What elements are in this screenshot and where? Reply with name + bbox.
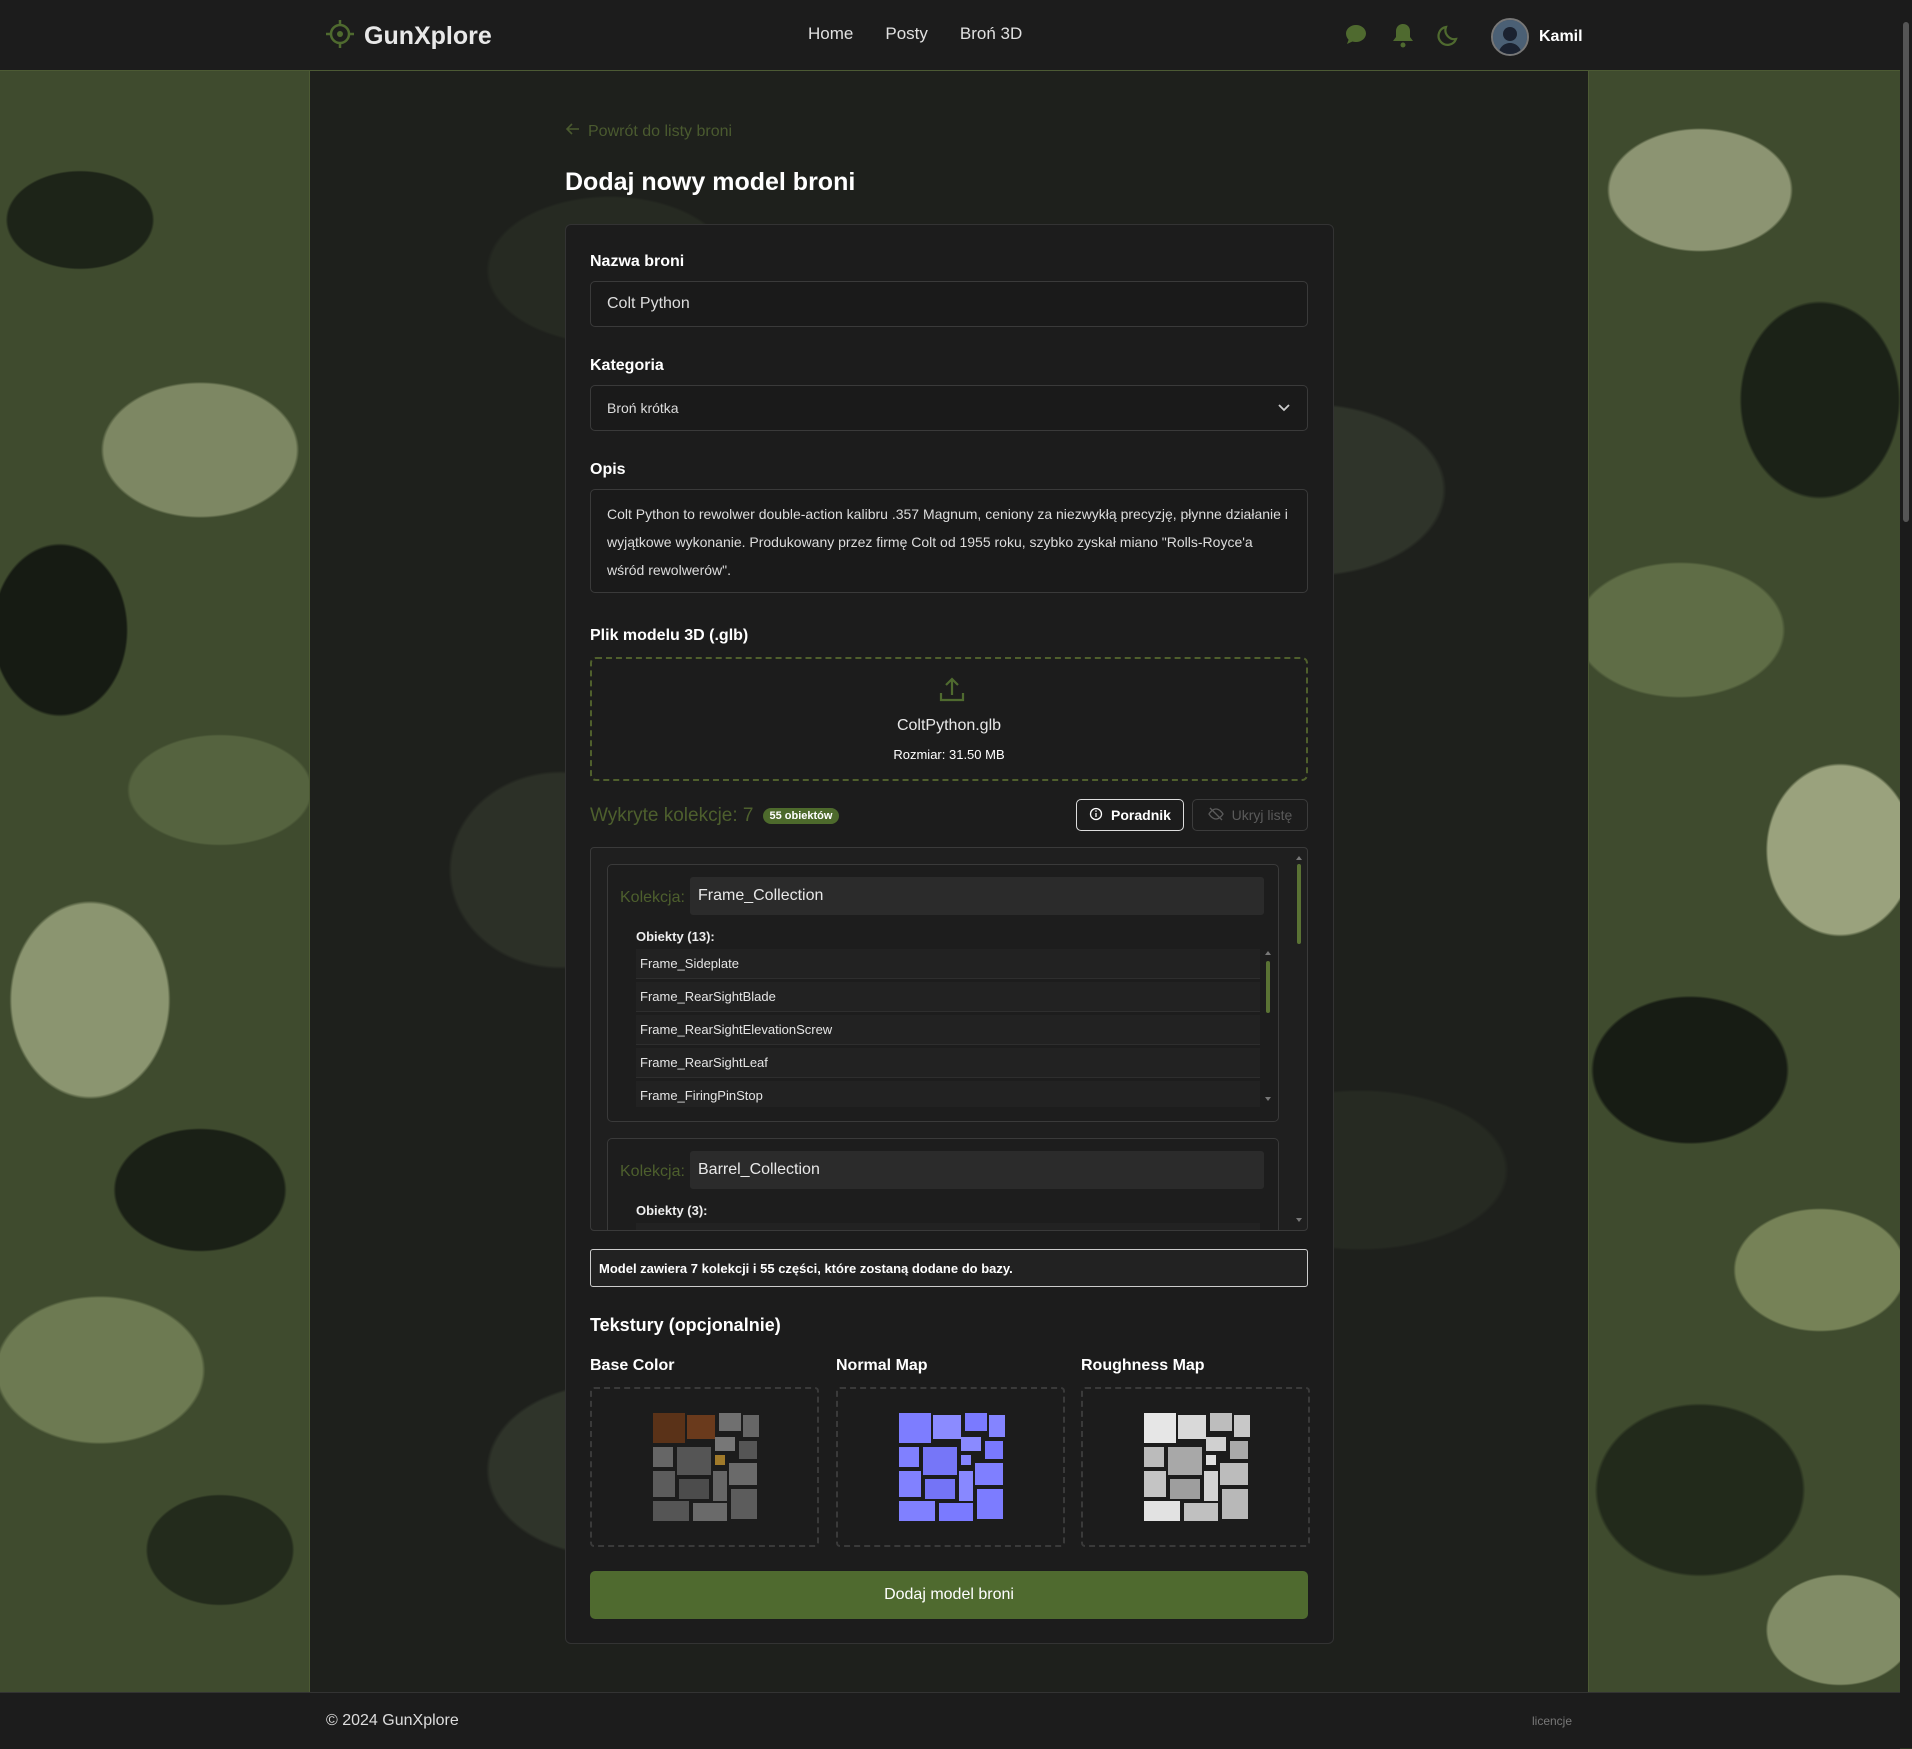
crosshair-icon bbox=[326, 20, 354, 53]
list-item: Frame_FiringPinStop bbox=[636, 1081, 1260, 1107]
normal-map-dropzone[interactable] bbox=[836, 1387, 1065, 1547]
collection-name-input[interactable]: Frame_Collection bbox=[690, 877, 1264, 915]
user-menu[interactable]: Kamil bbox=[1491, 18, 1583, 56]
list-item: Frame_Sideplate bbox=[636, 949, 1260, 979]
arrow-left-icon bbox=[565, 122, 580, 141]
category-select[interactable]: Broń krótka bbox=[590, 385, 1308, 431]
moon-icon[interactable] bbox=[1437, 22, 1463, 53]
header-actions: Kamil bbox=[1343, 18, 1583, 56]
objects-scrollbar[interactable] bbox=[1264, 949, 1272, 1103]
normal-map-label: Normal Map bbox=[836, 1357, 928, 1374]
objects-header: Obiekty (13): bbox=[636, 929, 715, 944]
model-file-size: Rozmiar: 31.50 MB bbox=[893, 747, 1005, 762]
objects-header: Obiekty (3): bbox=[636, 1203, 708, 1218]
base-color-preview bbox=[653, 1413, 759, 1521]
collections-scrollbar[interactable] bbox=[1295, 854, 1303, 1224]
detected-collections: Wykryte kolekcje: 7 55 obiektów bbox=[590, 805, 840, 827]
objects-badge: 55 obiektów bbox=[762, 808, 840, 824]
base-color-dropzone[interactable] bbox=[590, 1387, 819, 1547]
list-item: Frame_RearSightLeaf bbox=[636, 1048, 1260, 1078]
list-item: Frame_RearSightElevationScrew bbox=[636, 1015, 1260, 1045]
normal-map-preview bbox=[899, 1413, 1005, 1521]
collections-summary: Model zawiera 7 kolekcji i 55 części, kt… bbox=[590, 1249, 1308, 1287]
top-navbar: GunXplore Home Posty Broń 3D Kamil bbox=[0, 0, 1900, 71]
nav-home[interactable]: Home bbox=[808, 24, 853, 44]
eye-off-icon bbox=[1207, 807, 1224, 824]
roughness-map-label: Roughness Map bbox=[1081, 1357, 1205, 1374]
footer: © 2024 GunXplore licencje bbox=[0, 1692, 1900, 1749]
category-value: Broń krótka bbox=[607, 400, 679, 416]
hide-list-button[interactable]: Ukryj listę bbox=[1192, 799, 1308, 831]
guide-button[interactable]: Poradnik bbox=[1076, 799, 1184, 831]
model-file-label: Plik modelu 3D (.glb) bbox=[590, 627, 749, 644]
logo[interactable]: GunXplore bbox=[326, 20, 492, 53]
user-name: Kamil bbox=[1539, 28, 1583, 45]
nav-weapons-3d[interactable]: Broń 3D bbox=[960, 24, 1022, 44]
main-nav: Home Posty Broń 3D bbox=[808, 24, 1022, 44]
logo-text: GunXplore bbox=[364, 22, 492, 50]
license-link[interactable]: licencje bbox=[1532, 1714, 1572, 1728]
collection-name-input[interactable]: Barrel_Collection bbox=[690, 1151, 1264, 1189]
guide-button-label: Poradnik bbox=[1111, 807, 1171, 823]
category-label: Kategoria bbox=[590, 357, 664, 374]
collection-label: Kolekcja: bbox=[620, 889, 685, 906]
collection-label: Kolekcja: bbox=[620, 1163, 685, 1180]
submit-button[interactable]: Dodaj model broni bbox=[590, 1571, 1308, 1619]
page-title: Dodaj nowy model broni bbox=[565, 168, 856, 196]
base-color-label: Base Color bbox=[590, 1357, 675, 1374]
weapon-name-input[interactable]: Colt Python bbox=[590, 281, 1308, 327]
description-label: Opis bbox=[590, 461, 626, 478]
avatar bbox=[1491, 18, 1529, 56]
collection-card: Kolekcja: Barrel_Collection Obiekty (3): bbox=[607, 1138, 1279, 1230]
list-item: Frame_RearSightBlade bbox=[636, 982, 1260, 1012]
chat-icon[interactable] bbox=[1343, 22, 1369, 53]
nav-posts[interactable]: Posty bbox=[885, 24, 928, 44]
hide-list-label: Ukryj listę bbox=[1231, 807, 1293, 823]
info-icon bbox=[1089, 807, 1103, 824]
copyright: © 2024 GunXplore bbox=[326, 1712, 459, 1729]
model-file-name: ColtPython.glb bbox=[896, 717, 1002, 734]
collections-list[interactable]: Kolekcja: Frame_Collection Obiekty (13):… bbox=[590, 847, 1308, 1231]
back-link-label: Powrót do listy broni bbox=[588, 122, 733, 140]
description-textarea[interactable]: Colt Python to rewolwer double-action ka… bbox=[590, 489, 1308, 593]
roughness-map-dropzone[interactable] bbox=[1081, 1387, 1310, 1547]
bell-icon[interactable] bbox=[1391, 22, 1415, 53]
page-scrollbar[interactable] bbox=[1900, 0, 1912, 1748]
objects-list bbox=[636, 1223, 1260, 1230]
name-label: Nazwa broni bbox=[590, 253, 685, 270]
roughness-map-preview bbox=[1144, 1413, 1250, 1521]
collection-card: Kolekcja: Frame_Collection Obiekty (13):… bbox=[607, 864, 1279, 1122]
objects-list[interactable]: Frame_Sideplate Frame_RearSightBlade Fra… bbox=[636, 949, 1260, 1107]
detected-collections-label: Wykryte kolekcje: 7 bbox=[590, 805, 754, 826]
add-weapon-form: Nazwa broni Colt Python Kategoria Broń k… bbox=[565, 224, 1334, 1644]
textures-title: Tekstury (opcjonalnie) bbox=[590, 1315, 781, 1335]
upload-icon bbox=[938, 675, 966, 708]
back-link[interactable]: Powrót do listy broni bbox=[565, 122, 733, 141]
page-scrollbar-thumb[interactable] bbox=[1903, 22, 1909, 522]
chevron-down-icon bbox=[1277, 400, 1291, 416]
model-dropzone[interactable]: ColtPython.glb Rozmiar: 31.50 MB bbox=[590, 657, 1308, 781]
